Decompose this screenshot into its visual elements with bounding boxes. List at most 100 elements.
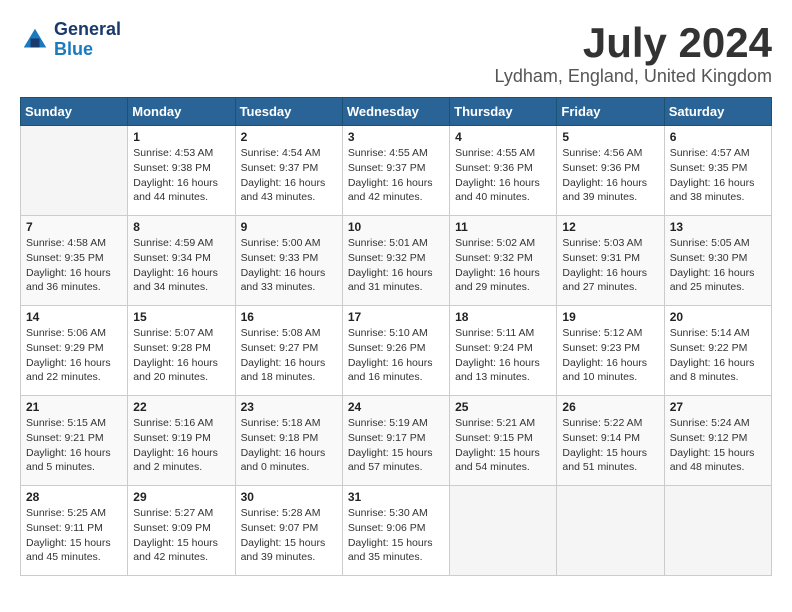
- day-cell: 24 Sunrise: 5:19 AMSunset: 9:17 PMDayligh…: [342, 396, 449, 486]
- day-number: 12: [562, 220, 658, 234]
- day-cell: 5 Sunrise: 4:56 AMSunset: 9:36 PMDaylight…: [557, 126, 664, 216]
- day-info: Sunrise: 5:02 AMSunset: 9:32 PMDaylight:…: [455, 236, 551, 295]
- day-info: Sunrise: 4:54 AMSunset: 9:37 PMDaylight:…: [241, 146, 337, 205]
- day-info: Sunrise: 5:18 AMSunset: 9:18 PMDaylight:…: [241, 416, 337, 475]
- day-cell: 18 Sunrise: 5:11 AMSunset: 9:24 PMDayligh…: [450, 306, 557, 396]
- day-info: Sunrise: 5:03 AMSunset: 9:31 PMDaylight:…: [562, 236, 658, 295]
- day-number: 15: [133, 310, 229, 324]
- day-info: Sunrise: 5:19 AMSunset: 9:17 PMDaylight:…: [348, 416, 444, 475]
- day-cell: 23 Sunrise: 5:18 AMSunset: 9:18 PMDayligh…: [235, 396, 342, 486]
- day-number: 28: [26, 490, 122, 504]
- day-cell: 8 Sunrise: 4:59 AMSunset: 9:34 PMDaylight…: [128, 216, 235, 306]
- title-area: July 2024 Lydham, England, United Kingdo…: [494, 20, 772, 87]
- day-cell: 6 Sunrise: 4:57 AMSunset: 9:35 PMDaylight…: [664, 126, 771, 216]
- day-info: Sunrise: 5:25 AMSunset: 9:11 PMDaylight:…: [26, 506, 122, 565]
- day-info: Sunrise: 5:05 AMSunset: 9:30 PMDaylight:…: [670, 236, 766, 295]
- day-cell: 28 Sunrise: 5:25 AMSunset: 9:11 PMDayligh…: [21, 486, 128, 576]
- column-header-thursday: Thursday: [450, 98, 557, 126]
- day-number: 11: [455, 220, 551, 234]
- location-title: Lydham, England, United Kingdom: [494, 66, 772, 87]
- week-row-2: 7 Sunrise: 4:58 AMSunset: 9:35 PMDaylight…: [21, 216, 772, 306]
- day-number: 29: [133, 490, 229, 504]
- day-info: Sunrise: 4:56 AMSunset: 9:36 PMDaylight:…: [562, 146, 658, 205]
- day-cell: [664, 486, 771, 576]
- day-info: Sunrise: 5:16 AMSunset: 9:19 PMDaylight:…: [133, 416, 229, 475]
- day-number: 6: [670, 130, 766, 144]
- day-number: 9: [241, 220, 337, 234]
- day-cell: 21Sunrise: 5:15 AMSunset: 9:21 PMDayligh…: [21, 396, 128, 486]
- day-info: Sunrise: 5:21 AMSunset: 9:15 PMDaylight:…: [455, 416, 551, 475]
- day-info: Sunrise: 4:55 AMSunset: 9:37 PMDaylight:…: [348, 146, 444, 205]
- day-number: 8: [133, 220, 229, 234]
- day-info: Sunrise: 5:12 AMSunset: 9:23 PMDaylight:…: [562, 326, 658, 385]
- header-row: SundayMondayTuesdayWednesdayThursdayFrid…: [21, 98, 772, 126]
- day-number: 25: [455, 400, 551, 414]
- day-number: 5: [562, 130, 658, 144]
- day-info: Sunrise: 4:59 AMSunset: 9:34 PMDaylight:…: [133, 236, 229, 295]
- day-info: Sunrise: 5:08 AMSunset: 9:27 PMDaylight:…: [241, 326, 337, 385]
- day-cell: 22 Sunrise: 5:16 AMSunset: 9:19 PMDayligh…: [128, 396, 235, 486]
- header: General Blue July 2024 Lydham, England, …: [20, 20, 772, 87]
- day-cell: 29 Sunrise: 5:27 AMSunset: 9:09 PMDayligh…: [128, 486, 235, 576]
- day-info: Sunrise: 5:11 AMSunset: 9:24 PMDaylight:…: [455, 326, 551, 385]
- day-number: 19: [562, 310, 658, 324]
- day-number: 14: [26, 310, 122, 324]
- day-cell: [450, 486, 557, 576]
- day-cell: 2 Sunrise: 4:54 AMSunset: 9:37 PMDaylight…: [235, 126, 342, 216]
- day-cell: 30 Sunrise: 5:28 AMSunset: 9:07 PMDayligh…: [235, 486, 342, 576]
- day-info: Sunrise: 5:22 AMSunset: 9:14 PMDaylight:…: [562, 416, 658, 475]
- week-row-5: 28 Sunrise: 5:25 AMSunset: 9:11 PMDayligh…: [21, 486, 772, 576]
- day-number: 22: [133, 400, 229, 414]
- day-cell: 15 Sunrise: 5:07 AMSunset: 9:28 PMDayligh…: [128, 306, 235, 396]
- column-header-tuesday: Tuesday: [235, 98, 342, 126]
- day-number: 18: [455, 310, 551, 324]
- day-info: Sunrise: 5:10 AMSunset: 9:26 PMDaylight:…: [348, 326, 444, 385]
- column-header-friday: Friday: [557, 98, 664, 126]
- month-title: July 2024: [494, 20, 772, 66]
- day-number: 20: [670, 310, 766, 324]
- day-cell: 25 Sunrise: 5:21 AMSunset: 9:15 PMDayligh…: [450, 396, 557, 486]
- day-cell: 14 Sunrise: 5:06 AMSunset: 9:29 PMDayligh…: [21, 306, 128, 396]
- day-cell: 13Sunrise: 5:05 AMSunset: 9:30 PMDayligh…: [664, 216, 771, 306]
- day-number: 30: [241, 490, 337, 504]
- day-number: 3: [348, 130, 444, 144]
- day-number: 21: [26, 400, 122, 414]
- column-header-monday: Monday: [128, 98, 235, 126]
- day-info: Sunrise: 5:01 AMSunset: 9:32 PMDaylight:…: [348, 236, 444, 295]
- day-number: 23: [241, 400, 337, 414]
- calendar-table: SundayMondayTuesdayWednesdayThursdayFrid…: [20, 97, 772, 576]
- day-cell: 31Sunrise: 5:30 AMSunset: 9:06 PMDayligh…: [342, 486, 449, 576]
- day-info: Sunrise: 5:06 AMSunset: 9:29 PMDaylight:…: [26, 326, 122, 385]
- day-number: 16: [241, 310, 337, 324]
- day-info: Sunrise: 5:00 AMSunset: 9:33 PMDaylight:…: [241, 236, 337, 295]
- day-number: 7: [26, 220, 122, 234]
- day-cell: 19 Sunrise: 5:12 AMSunset: 9:23 PMDayligh…: [557, 306, 664, 396]
- week-row-3: 14 Sunrise: 5:06 AMSunset: 9:29 PMDayligh…: [21, 306, 772, 396]
- day-info: Sunrise: 4:55 AMSunset: 9:36 PMDaylight:…: [455, 146, 551, 205]
- day-cell: 20Sunrise: 5:14 AMSunset: 9:22 PMDayligh…: [664, 306, 771, 396]
- day-cell: 10 Sunrise: 5:01 AMSunset: 9:32 PMDayligh…: [342, 216, 449, 306]
- logo: General Blue: [20, 20, 121, 60]
- week-row-4: 21Sunrise: 5:15 AMSunset: 9:21 PMDayligh…: [21, 396, 772, 486]
- week-row-1: 1Sunrise: 4:53 AMSunset: 9:38 PMDaylight…: [21, 126, 772, 216]
- day-info: Sunrise: 5:27 AMSunset: 9:09 PMDaylight:…: [133, 506, 229, 565]
- day-number: 10: [348, 220, 444, 234]
- day-cell: 12 Sunrise: 5:03 AMSunset: 9:31 PMDayligh…: [557, 216, 664, 306]
- day-info: Sunrise: 4:57 AMSunset: 9:35 PMDaylight:…: [670, 146, 766, 205]
- day-number: 26: [562, 400, 658, 414]
- day-info: Sunrise: 5:24 AMSunset: 9:12 PMDaylight:…: [670, 416, 766, 475]
- day-number: 1: [133, 130, 229, 144]
- day-cell: 16 Sunrise: 5:08 AMSunset: 9:27 PMDayligh…: [235, 306, 342, 396]
- day-cell: 1Sunrise: 4:53 AMSunset: 9:38 PMDaylight…: [128, 126, 235, 216]
- day-number: 4: [455, 130, 551, 144]
- day-number: 2: [241, 130, 337, 144]
- day-cell: [557, 486, 664, 576]
- day-info: Sunrise: 5:07 AMSunset: 9:28 PMDaylight:…: [133, 326, 229, 385]
- day-info: Sunrise: 4:58 AMSunset: 9:35 PMDaylight:…: [26, 236, 122, 295]
- day-info: Sunrise: 5:28 AMSunset: 9:07 PMDaylight:…: [241, 506, 337, 565]
- day-number: 24: [348, 400, 444, 414]
- day-cell: [21, 126, 128, 216]
- day-cell: 3 Sunrise: 4:55 AMSunset: 9:37 PMDaylight…: [342, 126, 449, 216]
- day-number: 17: [348, 310, 444, 324]
- column-header-saturday: Saturday: [664, 98, 771, 126]
